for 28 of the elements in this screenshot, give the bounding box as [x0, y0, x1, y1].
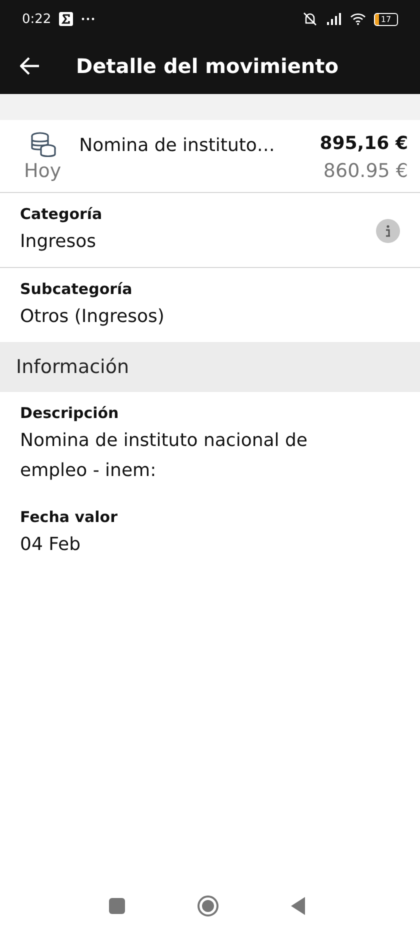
screen-title: Detalle del movimiento: [76, 54, 338, 78]
wifi-icon: [350, 13, 366, 25]
home-button[interactable]: [197, 895, 219, 917]
status-time: 0:22: [22, 12, 52, 26]
recents-button[interactable]: [109, 898, 125, 914]
field-label: Categoría: [20, 205, 104, 223]
transaction-amount: 895,16 €: [320, 132, 408, 154]
back-button[interactable]: [20, 57, 40, 75]
balance-amount: 860.95 €: [323, 160, 408, 182]
coins-icon: [28, 132, 57, 158]
signal-icon: [326, 13, 342, 25]
muted-bell-icon: [302, 12, 318, 26]
more-icon: [81, 17, 96, 21]
transaction-name: Nomina de instituto…: [79, 134, 276, 156]
sigma-icon: [59, 12, 74, 26]
detail-value: Nomina de instituto nacional de empleo - inem:: [20, 429, 309, 483]
detail-label: Descripción: [20, 404, 120, 422]
field-value: Ingresos: [20, 230, 97, 254]
field-label: Subcategoría: [20, 280, 134, 298]
detail-label: Fecha valor: [20, 508, 118, 526]
transaction-date: Hoy: [24, 160, 62, 182]
back-nav-button[interactable]: [291, 897, 305, 915]
detail-value: 04 Feb: [20, 533, 82, 557]
info-icon: [385, 225, 391, 237]
section-title: Información: [16, 356, 130, 378]
field-value: Otros (Ingresos): [20, 305, 166, 329]
battery-icon: 17: [374, 12, 398, 26]
info-button[interactable]: [376, 219, 400, 243]
